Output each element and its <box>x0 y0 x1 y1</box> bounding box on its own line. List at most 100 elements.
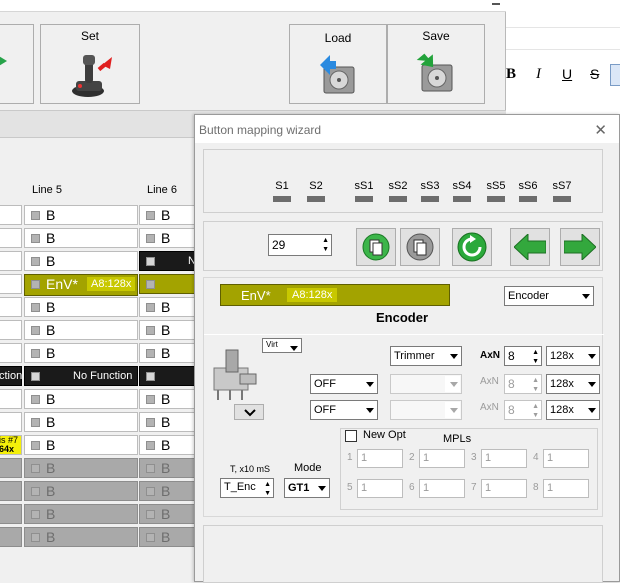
set-button[interactable]: Set <box>40 24 140 104</box>
grid-cell-stub[interactable] <box>0 527 22 547</box>
grid-cell-stub[interactable]: ction <box>0 366 22 386</box>
cell-checkbox[interactable] <box>31 464 40 473</box>
grid-cell-stub[interactable] <box>0 412 22 432</box>
grid-cell-stub[interactable] <box>0 297 22 317</box>
grid-cell[interactable]: B <box>24 435 138 455</box>
grid-cell[interactable]: B <box>139 343 199 363</box>
mode-select[interactable]: Encoder <box>504 286 594 306</box>
button-number-spinner[interactable]: 29 ▲ ▼ <box>268 234 332 256</box>
cell-checkbox[interactable] <box>31 234 40 243</box>
grid-cell[interactable]: B <box>139 297 199 317</box>
cell-checkbox[interactable] <box>146 510 155 519</box>
cell-checkbox[interactable] <box>31 303 40 312</box>
expand-button[interactable] <box>234 404 264 420</box>
spinner-arrows-icon[interactable]: ▲ ▼ <box>322 236 329 254</box>
chevron-down-icon[interactable] <box>285 340 300 351</box>
grid-cell[interactable]: B <box>24 458 138 478</box>
grid-cell[interactable]: B <box>139 320 199 340</box>
virt-select[interactable]: Virt <box>262 338 302 353</box>
grid-cell-stub[interactable] <box>0 274 22 294</box>
chevron-down-icon[interactable] <box>583 402 598 418</box>
next-button[interactable] <box>560 228 600 266</box>
grid-cell[interactable]: No <box>139 251 202 271</box>
grid-cell-stub[interactable] <box>0 389 22 409</box>
grid-cell-stub[interactable] <box>0 320 22 340</box>
grid-cell[interactable]: No Function <box>24 366 138 386</box>
chevron-down-icon[interactable] <box>583 348 598 364</box>
refresh-button[interactable] <box>452 228 492 266</box>
grid-cell[interactable] <box>139 366 199 386</box>
chevron-down-icon[interactable] <box>583 376 598 392</box>
paste-button[interactable] <box>400 228 440 266</box>
cell-checkbox[interactable] <box>146 464 155 473</box>
grid-cell[interactable]: B <box>139 389 199 409</box>
close-icon[interactable]: ✕ <box>594 121 607 139</box>
cell-checkbox[interactable] <box>31 441 40 450</box>
toolbar-button-partial[interactable] <box>0 24 34 104</box>
cell-checkbox[interactable] <box>31 372 40 381</box>
chevron-down-icon[interactable] <box>313 480 328 496</box>
axn-spinner-1[interactable]: 8 ▲ ▼ <box>504 346 542 366</box>
grid-cell[interactable] <box>139 274 199 294</box>
cell-checkbox[interactable] <box>146 441 155 450</box>
grid-cell[interactable]: B <box>24 205 138 225</box>
grid-cell[interactable]: B <box>139 228 199 248</box>
cell-checkbox[interactable] <box>146 395 155 404</box>
cell-checkbox[interactable] <box>146 257 155 266</box>
align-icon[interactable] <box>610 64 620 86</box>
cell-checkbox[interactable] <box>31 280 40 289</box>
grid-cell-stub[interactable] <box>0 504 22 524</box>
previous-button[interactable] <box>510 228 550 266</box>
load-button[interactable]: Load <box>289 24 387 104</box>
chevron-down-icon[interactable] <box>361 402 376 418</box>
cell-checkbox[interactable] <box>31 510 40 519</box>
grid-cell[interactable]: B <box>24 481 138 501</box>
off-select-2[interactable]: OFF <box>310 400 378 420</box>
cell-checkbox[interactable] <box>31 533 40 542</box>
grid-cell[interactable]: B <box>24 527 138 547</box>
grid-cell-stub[interactable] <box>0 251 22 271</box>
grid-cell[interactable]: B <box>139 527 199 547</box>
grid-cell-stub[interactable] <box>0 205 22 225</box>
cell-checkbox[interactable] <box>146 349 155 358</box>
grid-cell[interactable]: B <box>139 458 199 478</box>
bold-button[interactable]: B <box>506 66 516 83</box>
cell-checkbox[interactable] <box>146 326 155 335</box>
grid-cell[interactable]: B <box>24 251 138 271</box>
gt-mode-select[interactable]: GT1 <box>284 478 330 498</box>
italic-button[interactable]: I <box>536 66 541 83</box>
underline-button[interactable]: U <box>562 66 572 82</box>
strikethrough-button[interactable]: S <box>590 66 599 82</box>
grid-cell-stub[interactable] <box>0 228 22 248</box>
grid-cell-stub[interactable]: is #7 64x <box>0 435 22 455</box>
cell-checkbox[interactable] <box>31 487 40 496</box>
cell-checkbox[interactable] <box>146 280 155 289</box>
grid-cell[interactable]: B <box>139 412 199 432</box>
multiplier-select-1[interactable]: 128x <box>546 346 600 366</box>
grid-cell[interactable]: B <box>24 389 138 409</box>
grid-cell[interactable]: B <box>24 343 138 363</box>
cell-checkbox[interactable] <box>146 303 155 312</box>
grid-cell[interactable]: B <box>24 504 138 524</box>
cell-checkbox[interactable] <box>31 349 40 358</box>
trimmer-select[interactable]: Trimmer <box>390 346 462 366</box>
cell-checkbox[interactable] <box>31 257 40 266</box>
cell-checkbox[interactable] <box>146 372 155 381</box>
cell-checkbox[interactable] <box>31 326 40 335</box>
cell-checkbox[interactable] <box>31 211 40 220</box>
grid-cell[interactable]: B <box>139 205 199 225</box>
grid-cell[interactable]: B <box>24 297 138 317</box>
chevron-down-icon[interactable] <box>577 288 592 304</box>
spinner-arrows-icon[interactable]: ▲ ▼ <box>264 480 271 498</box>
grid-cell[interactable]: EnV* A8:128x <box>24 274 138 296</box>
t-enc-spinner[interactable]: T_Enc ▲ ▼ <box>220 478 274 498</box>
multiplier-select-2[interactable]: 128x <box>546 374 600 394</box>
grid-cell-stub[interactable] <box>0 481 22 501</box>
cell-checkbox[interactable] <box>31 395 40 404</box>
cell-checkbox[interactable] <box>146 487 155 496</box>
grid-cell[interactable]: B <box>24 320 138 340</box>
cell-checkbox[interactable] <box>31 418 40 427</box>
new-opt-checkbox[interactable] <box>345 430 357 442</box>
off-select-1[interactable]: OFF <box>310 374 378 394</box>
save-button[interactable]: Save <box>387 24 485 104</box>
